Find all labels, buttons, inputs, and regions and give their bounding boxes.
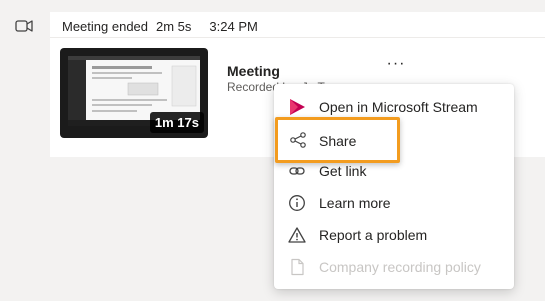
menu-item-label: Company recording policy xyxy=(319,259,481,275)
menu-item-company-recording-policy[interactable]: Company recording policy xyxy=(274,252,514,282)
meeting-header: Meeting ended 2m 5s 3:24 PM xyxy=(62,19,258,34)
warning-icon xyxy=(288,226,306,244)
menu-item-label: Open in Microsoft Stream xyxy=(319,99,478,115)
menu-item-label: Share xyxy=(319,133,357,149)
menu-item-label: Get link xyxy=(319,163,367,179)
menu-item-learn-more[interactable]: Learn more xyxy=(274,188,514,218)
meeting-camera-icon xyxy=(14,16,34,36)
document-icon xyxy=(288,258,306,276)
menu-item-label: Learn more xyxy=(319,195,391,211)
menu-item-label: Report a problem xyxy=(319,227,428,243)
menu-item-share[interactable]: Share xyxy=(275,117,400,163)
share-icon xyxy=(289,131,307,149)
stream-icon xyxy=(288,98,306,116)
recording-duration-badge: 1m 17s xyxy=(149,112,204,133)
more-options-button[interactable]: ··· xyxy=(382,55,410,73)
recording-context-menu: Open in Microsoft Stream Get link Learn … xyxy=(274,84,514,289)
info-icon xyxy=(288,194,306,212)
link-icon xyxy=(288,162,306,180)
meeting-duration: 2m 5s xyxy=(156,19,192,34)
card-divider xyxy=(50,37,545,38)
menu-item-report-problem[interactable]: Report a problem xyxy=(274,220,514,250)
meeting-time: 3:24 PM xyxy=(209,19,258,34)
meeting-title: Meeting xyxy=(227,63,280,79)
meeting-status: Meeting ended xyxy=(62,19,149,34)
recording-thumbnail[interactable]: 1m 17s xyxy=(60,48,208,138)
